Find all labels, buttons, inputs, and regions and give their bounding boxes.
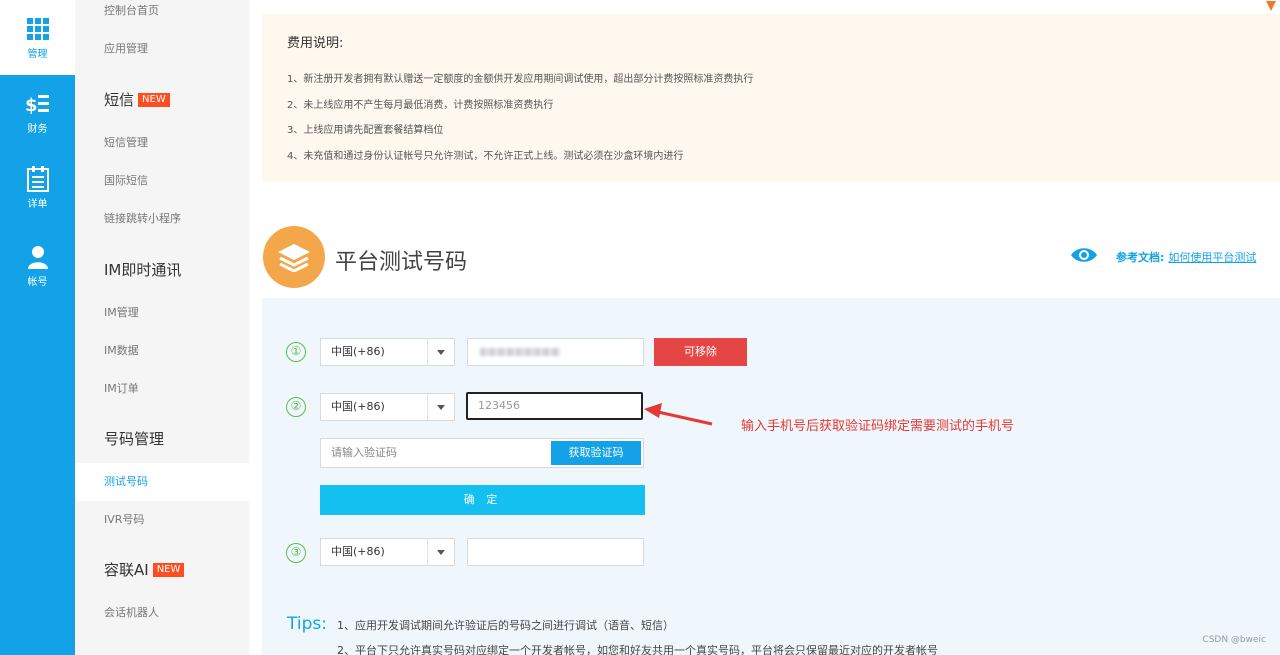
sidebar-item-im-data[interactable]: IM数据 [75, 332, 249, 370]
country-select-1[interactable]: 中国(+86) [320, 338, 455, 366]
sidebar-item-im-manage[interactable]: IM管理 [75, 294, 249, 332]
phone-input-2[interactable]: 123456 [466, 392, 643, 420]
phone-input-1[interactable] [467, 338, 644, 366]
country-select-3[interactable]: 中国(+86) [320, 538, 455, 566]
sidebar-item-chatbot[interactable]: 会话机器人 [75, 594, 249, 632]
sidebar-group-ai[interactable]: 容联AI NEW [75, 550, 249, 590]
sidebar-item-test-number[interactable]: 测试号码 [75, 463, 249, 501]
sidebar-group-sms[interactable]: 短信 NEW [75, 80, 249, 120]
secondary-sidebar: 控制台首页 应用管理 短信 NEW 短信管理 国际短信 链接跳转小程序 IM即时通… [75, 0, 249, 655]
annotation-text: 输入手机号后获取验证码绑定需要测试的手机号 [741, 419, 1015, 434]
notice-line: 3、上线应用请先配置套餐结算档位 [287, 125, 444, 136]
corner-tag-icon [1264, 0, 1278, 19]
ref-label: 参考文档: [1116, 250, 1165, 264]
rail-label: 管理 [27, 48, 48, 60]
country-select-2[interactable]: 中国(+86) [320, 393, 455, 421]
country-value: 中国(+86) [331, 400, 385, 413]
step-number-2: ② [286, 397, 306, 417]
sidebar-item-link-mini[interactable]: 链接跳转小程序 [75, 200, 249, 238]
step-number-3: ③ [286, 543, 306, 563]
layers-icon [263, 226, 325, 288]
ref-doc-link[interactable]: 如何使用平台测试 [1168, 249, 1256, 265]
notice-line: 1、新注册开发者拥有默认赠送一定额度的金额供开发应用期间调试使用，超出部分计费按… [287, 74, 754, 85]
sidebar-item-console-home[interactable]: 控制台首页 [75, 0, 249, 30]
rail-item-finance[interactable]: $ 财务 [0, 75, 75, 150]
new-badge: NEW [152, 562, 185, 577]
rail-label: 帐号 [27, 276, 48, 288]
tips-line: 2、平台下只允许真实号码对应绑定一个开发者帐号，如您和好友共用一个真实号码，平台… [337, 644, 938, 655]
caret-down-icon [437, 550, 445, 555]
left-rail: 管理 $ 财务 详单 帐号 [0, 0, 75, 655]
group-label: 容联AI [104, 561, 149, 579]
confirm-button[interactable]: 确 定 [320, 485, 645, 515]
step-number-1: ① [286, 342, 306, 362]
verify-code-placeholder: 请输入验证码 [331, 446, 397, 459]
sidebar-item-intl-sms[interactable]: 国际短信 [75, 162, 249, 200]
rail-item-detail[interactable]: 详单 [0, 150, 75, 225]
finance-icon: $ [25, 91, 51, 117]
rail-label: 财务 [27, 123, 48, 135]
grid-icon [25, 16, 51, 42]
svg-text:$: $ [25, 95, 38, 116]
country-value: 中国(+86) [331, 345, 385, 358]
rail-label: 详单 [27, 198, 48, 210]
caret-down-icon [437, 350, 445, 355]
sidebar-item-im-order[interactable]: IM订单 [75, 370, 249, 408]
sidebar-group-im[interactable]: IM即时通讯 [75, 250, 249, 290]
user-icon [25, 244, 51, 270]
reference-doc: 参考文档: 如何使用平台测试 [1070, 246, 1256, 267]
sidebar-item-ivr-number[interactable]: IVR号码 [75, 501, 249, 539]
rail-item-manage[interactable]: 管理 [0, 0, 75, 75]
eye-icon [1070, 246, 1098, 267]
group-label: 短信 [104, 91, 135, 109]
notice-title: 费用说明: [287, 36, 344, 51]
masked-phone-number [480, 348, 560, 356]
country-value: 中国(+86) [331, 545, 385, 558]
tips-label: Tips: [287, 614, 327, 634]
sidebar-item-sms-manage[interactable]: 短信管理 [75, 124, 249, 162]
rail-item-account[interactable]: 帐号 [0, 228, 75, 303]
verify-code-field[interactable]: 请输入验证码 获取验证码 [320, 438, 644, 468]
notice-line: 4、未充值和通过身份认证帐号只允许测试，不允许正式上线。测试必须在沙盒环境内进行 [287, 151, 684, 162]
notice-line: 2、未上线应用不产生每月最低消费，计费按照标准资费执行 [287, 100, 554, 111]
watermark: CSDN @bweic [1202, 635, 1266, 645]
remove-button[interactable]: 可移除 [654, 338, 747, 366]
list-icon [25, 165, 51, 192]
sidebar-item-app-manage[interactable]: 应用管理 [75, 30, 249, 68]
section-title: 平台测试号码 [335, 250, 468, 275]
sidebar-group-number[interactable]: 号码管理 [75, 419, 249, 459]
caret-down-icon [437, 405, 445, 410]
annotation-arrow [644, 403, 713, 426]
fee-notice: 费用说明: 1、新注册开发者拥有默认赠送一定额度的金额供开发应用期间调试使用，超… [262, 14, 1280, 182]
get-code-button[interactable]: 获取验证码 [551, 441, 641, 465]
tips-line: 1、应用开发调试期间允许验证后的号码之间进行调试（语音、短信） [337, 619, 674, 632]
phone-input-3[interactable] [467, 538, 644, 566]
new-badge: NEW [138, 92, 170, 107]
